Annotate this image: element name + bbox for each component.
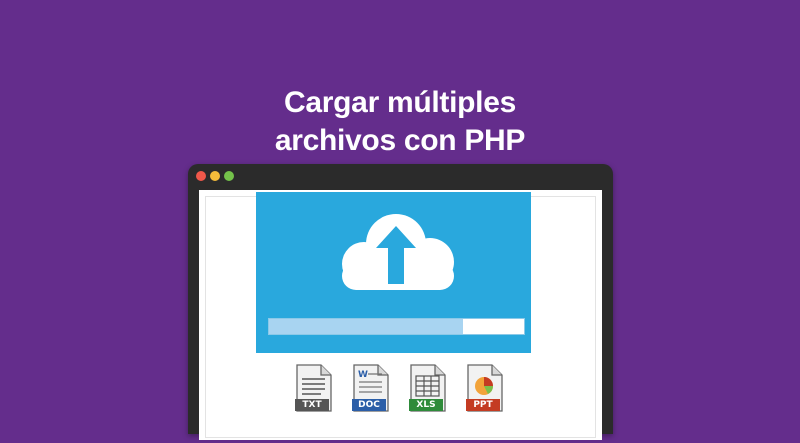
maximize-dot[interactable] [224,171,234,181]
ppt-label: PPT [473,400,493,410]
upload-progress-fill [269,319,463,334]
upload-progress-bar [268,318,525,335]
upload-panel [256,192,531,353]
txt-label: TXT [302,400,322,410]
doc-label: DOC [358,400,380,410]
title-line-1: Cargar múltiples [284,86,516,119]
browser-window: TXT W DOC XLS PPT [188,164,613,440]
svg-text:W: W [358,370,368,380]
cloud-upload-icon [342,214,454,290]
page-title: Cargar múltiples archivos con PHP [0,84,800,160]
ppt-file-icon: PPT [462,363,508,413]
minimize-dot[interactable] [210,171,220,181]
xls-label: XLS [416,400,436,410]
txt-file-icon: TXT [291,363,337,413]
close-dot[interactable] [196,171,206,181]
window-content: TXT W DOC XLS PPT [199,190,602,440]
doc-file-icon: W DOC [348,363,394,413]
file-type-icons: TXT W DOC XLS PPT [291,363,531,443]
title-line-2: archivos con PHP [274,124,526,157]
xls-file-icon: XLS [405,363,451,413]
